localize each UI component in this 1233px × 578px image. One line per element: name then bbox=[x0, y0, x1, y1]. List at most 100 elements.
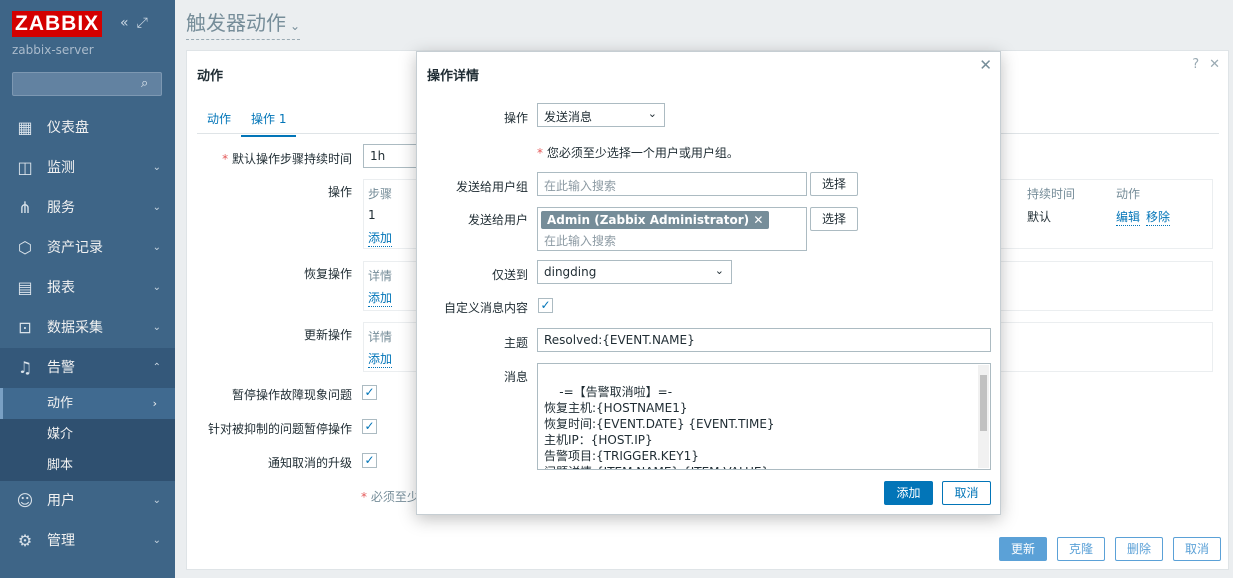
chevron-down-icon: ⌄ bbox=[152, 242, 161, 253]
scrollbar[interactable] bbox=[978, 365, 989, 468]
message-label: 消息 bbox=[503, 370, 528, 384]
main-nav: ▦ 仪表盘 ◫ 监测 ⌄ ⋔ 服务 ⌄ ⬡ 资产记录 ⌄ ▤ 报表 ⌄ ⊡ 数据采集 ⌄ ♫ 告警 ⌃ 动… bbox=[0, 108, 175, 561]
send-groups-label: 发送给用户组 bbox=[455, 180, 528, 194]
update-button[interactable]: 更新 bbox=[999, 537, 1047, 561]
subject-input[interactable]: Resolved:{EVENT.NAME} bbox=[537, 328, 991, 352]
search-icon[interactable]: ⌕ bbox=[141, 76, 157, 92]
dashboard-icon: ▦ bbox=[17, 118, 33, 137]
user-tag[interactable]: Admin (Zabbix Administrator) ✕ bbox=[541, 211, 770, 229]
inventory-icon: ⬡ bbox=[18, 238, 32, 257]
reports-icon: ▤ bbox=[17, 278, 33, 297]
server-name: zabbix-server bbox=[12, 43, 94, 57]
subnav-actions[interactable]: 动作 › bbox=[0, 388, 175, 419]
send-users-label: 发送给用户 bbox=[467, 213, 528, 227]
cancel-button[interactable]: 取消 bbox=[1173, 537, 1221, 561]
collapse-sidebar-icon[interactable]: « bbox=[120, 15, 129, 31]
nav-monitoring[interactable]: ◫ 监测 ⌄ bbox=[0, 148, 175, 188]
close-icon[interactable]: ✕ bbox=[1209, 57, 1220, 72]
nav-reports[interactable]: ▤ 报表 ⌄ bbox=[0, 268, 175, 308]
sidebar: ZABBIX « ⤢ zabbix-server ⌕ ▦ 仪表盘 ◫ 监测 ⌄ ⋔ 服务 ⌄… bbox=[0, 0, 175, 578]
ops-remove-link[interactable]: 移除 bbox=[1146, 208, 1171, 226]
recipient-warning: * 您必须至少选择一个用户或用户组。 bbox=[537, 146, 739, 160]
recovery-ops-label: 恢复操作 bbox=[303, 267, 352, 281]
default-duration-label: * 默认操作步骤持续时间 bbox=[222, 152, 352, 166]
nav-inventory[interactable]: ⬡ 资产记录 ⌄ bbox=[0, 228, 175, 268]
chevron-down-icon: ⌄ bbox=[152, 282, 161, 293]
ops-col-step: 步骤 bbox=[368, 187, 393, 201]
chevron-down-icon: ⌄ bbox=[152, 322, 161, 333]
help-icon[interactable]: ? bbox=[1192, 57, 1199, 72]
chevron-down-icon: ⌄ bbox=[152, 535, 161, 546]
monitoring-icon: ◫ bbox=[17, 158, 33, 177]
chevron-right-icon: › bbox=[152, 397, 157, 410]
dialog-cancel-button[interactable]: 取消 bbox=[942, 481, 991, 505]
alerts-subnav: 动作 › 媒介 脚本 bbox=[0, 388, 175, 481]
pause-symptoms-checkbox[interactable]: ✓ bbox=[362, 385, 377, 400]
users-search-placeholder: 在此输入搜索 bbox=[544, 234, 617, 248]
select-groups-button[interactable]: 选择 bbox=[810, 172, 858, 196]
operation-details-dialog: 操作详情 ✕ 操作 发送消息 ⌄ * 您必须至少选择一个用户或用户组。 发送给用户… bbox=[416, 51, 1001, 515]
subnav-scripts[interactable]: 脚本 bbox=[0, 450, 175, 481]
kiosk-mode-icon[interactable]: ⤢ bbox=[137, 15, 148, 31]
chevron-down-icon: ⌄ bbox=[290, 19, 301, 33]
clone-button[interactable]: 克隆 bbox=[1057, 537, 1105, 561]
pause-symptoms-label: 暂停操作故障现象问题 bbox=[231, 388, 352, 402]
notify-cancel-label: 通知取消的升级 bbox=[267, 456, 352, 470]
update-add-link[interactable]: 添加 bbox=[368, 350, 393, 368]
ops-row-duration: 默认 bbox=[1027, 210, 1052, 224]
operation-select[interactable]: 发送消息 ⌄ bbox=[537, 103, 665, 127]
user-groups-search-input[interactable]: 在此输入搜索 bbox=[537, 172, 807, 196]
chevron-down-icon: ⌄ bbox=[152, 202, 161, 213]
subnav-media[interactable]: 媒介 bbox=[0, 419, 175, 450]
alerts-icon: ♫ bbox=[17, 358, 33, 377]
nav-administration[interactable]: ⚙ 管理 ⌄ bbox=[0, 521, 175, 561]
ops-edit-link[interactable]: 编辑 bbox=[1116, 208, 1141, 226]
nav-users[interactable]: ☺ 用户 ⌄ bbox=[0, 481, 175, 521]
remove-tag-icon: ✕ bbox=[753, 213, 764, 227]
users-icon: ☺ bbox=[16, 491, 34, 510]
users-multiselect[interactable]: Admin (Zabbix Administrator) ✕ 在此输入搜索 bbox=[537, 207, 807, 251]
select-users-button[interactable]: 选择 bbox=[810, 207, 858, 231]
recovery-details-header: 详情 bbox=[368, 269, 393, 283]
data-collection-icon: ⊡ bbox=[18, 318, 32, 337]
administration-icon: ⚙ bbox=[17, 531, 33, 550]
zabbix-logo[interactable]: ZABBIX bbox=[12, 11, 103, 37]
update-details-header: 详情 bbox=[368, 330, 393, 344]
ops-col-action: 动作 bbox=[1116, 187, 1141, 201]
chevron-down-icon: ⌄ bbox=[714, 264, 724, 277]
close-icon[interactable]: ✕ bbox=[979, 56, 992, 74]
pause-suppressed-checkbox[interactable]: ✓ bbox=[362, 419, 377, 434]
custom-message-label: 自定义消息内容 bbox=[443, 301, 528, 315]
ops-add-link[interactable]: 添加 bbox=[368, 229, 393, 247]
chevron-down-icon: ⌄ bbox=[647, 107, 657, 120]
panel-heading: 动作 bbox=[197, 69, 224, 84]
message-textarea[interactable]: -=【告警取消啦】=- 恢复主机:{HOSTNAME1} 恢复时间:{EVENT… bbox=[537, 363, 991, 470]
ops-row-step: 1 bbox=[368, 208, 376, 222]
custom-message-checkbox[interactable]: ✓ bbox=[538, 298, 553, 313]
services-icon: ⋔ bbox=[18, 198, 32, 217]
pause-suppressed-label: 针对被抑制的问题暂停操作 bbox=[207, 422, 352, 436]
tab-action[interactable]: 动作 bbox=[197, 110, 241, 135]
recovery-add-link[interactable]: 添加 bbox=[368, 289, 393, 307]
ops-col-duration: 持续时间 bbox=[1027, 187, 1076, 201]
delete-button[interactable]: 删除 bbox=[1115, 537, 1163, 561]
nav-data-collection[interactable]: ⊡ 数据采集 ⌄ bbox=[0, 308, 175, 348]
chevron-up-icon: ⌃ bbox=[152, 362, 161, 373]
chevron-down-icon: ⌄ bbox=[152, 495, 161, 506]
update-ops-label: 更新操作 bbox=[303, 328, 352, 342]
nav-dashboard[interactable]: ▦ 仪表盘 bbox=[0, 108, 175, 148]
nav-services[interactable]: ⋔ 服务 ⌄ bbox=[0, 188, 175, 228]
tab-operations[interactable]: 操作 1 bbox=[241, 110, 297, 137]
notify-cancel-checkbox[interactable]: ✓ bbox=[362, 453, 377, 468]
chevron-down-icon: ⌄ bbox=[152, 162, 161, 173]
footnote: * 必须至少 bbox=[361, 490, 419, 504]
add-button[interactable]: 添加 bbox=[884, 481, 933, 505]
nav-alerts[interactable]: ♫ 告警 ⌃ bbox=[0, 348, 175, 388]
page-title[interactable]: 触发器动作 ⌄ bbox=[186, 10, 301, 40]
operation-label: 操作 bbox=[503, 111, 528, 125]
default-duration-input[interactable]: 1h bbox=[363, 144, 418, 168]
sidebar-search-input[interactable]: ⌕ bbox=[12, 72, 162, 96]
dialog-title: 操作详情 bbox=[427, 69, 480, 84]
media-type-select[interactable]: dingding ⌄ bbox=[537, 260, 732, 284]
operations-label: 操作 bbox=[327, 185, 352, 199]
